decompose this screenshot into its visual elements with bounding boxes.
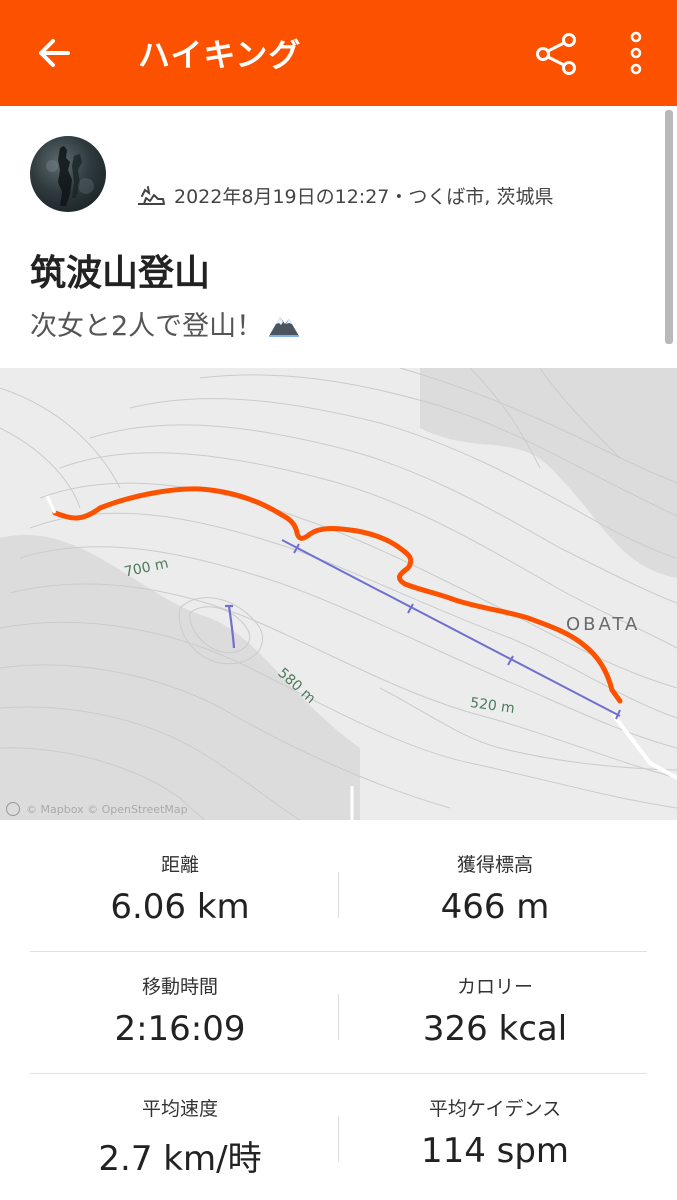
mapbox-logo-icon xyxy=(6,802,20,816)
scrollbar[interactable] xyxy=(665,110,673,344)
stat-label: 平均ケイデンス xyxy=(428,1098,562,1120)
arrow-back-icon[interactable] xyxy=(34,33,74,73)
stat-value: 6.06 km xyxy=(110,887,250,927)
activity-meta: 2022年8月19日の12:27・つくば市, 茨城県 xyxy=(136,182,553,209)
map-attribution[interactable]: © Mapbox © OpenStreetMap xyxy=(6,802,188,816)
stat-label: 移動時間 xyxy=(141,976,218,998)
page-title: ハイキング xyxy=(138,36,302,74)
divider xyxy=(338,872,339,918)
stat-calories: カロリー 326 kcal xyxy=(345,972,645,1049)
stat-label: 平均速度 xyxy=(141,1098,218,1120)
more-vert-icon[interactable] xyxy=(622,28,650,78)
stat-label: 距離 xyxy=(160,854,199,876)
divider xyxy=(338,994,339,1040)
activity-date-location: 2022年8月19日の12:27・つくば市, 茨城県 xyxy=(174,186,554,208)
snow-capped-mountain-icon xyxy=(267,309,301,339)
avatar[interactable] xyxy=(30,136,106,212)
stat-value: 2:16:09 xyxy=(114,1009,246,1049)
stat-avg-speed: 平均速度 2.7 km/時 xyxy=(30,1094,330,1180)
activity-title: 筑波山登山 xyxy=(30,253,211,294)
activity-description-text: 次女と2人で登山！ xyxy=(30,311,264,342)
stats-row: 平均速度 2.7 km/時 平均ケイデンス 114 spm xyxy=(30,1074,647,1195)
stat-distance: 距離 6.06 km xyxy=(30,850,330,927)
share-icon[interactable] xyxy=(532,30,580,78)
stat-elevation-gain: 獲得標高 466 m xyxy=(345,850,645,927)
divider xyxy=(338,1116,339,1162)
stat-avg-cadence: 平均ケイデンス 114 spm xyxy=(345,1094,645,1171)
stat-value: 326 kcal xyxy=(422,1009,568,1049)
stat-label: 獲得標高 xyxy=(456,854,533,876)
stat-label: カロリー xyxy=(456,976,533,998)
stat-value: 2.7 km/時 xyxy=(98,1139,262,1179)
stats-row: 移動時間 2:16:09 カロリー 326 kcal xyxy=(30,952,647,1074)
stats-row: 距離 6.06 km 獲得標高 466 m xyxy=(30,830,647,952)
route-map[interactable]: 700 m 580 m 520 m OBATA © Mapbox © OpenS… xyxy=(0,368,677,820)
hiking-icon xyxy=(136,184,166,208)
stats-grid: 距離 6.06 km 獲得標高 466 m 移動時間 2:16:09 カロリー … xyxy=(30,830,647,1195)
place-label-obata: OBATA xyxy=(566,614,641,635)
stat-moving-time: 移動時間 2:16:09 xyxy=(30,972,330,1049)
activity-description: 次女と2人で登山！ xyxy=(30,304,301,343)
app-bar: ハイキング xyxy=(0,0,677,106)
stat-value: 466 m xyxy=(440,887,550,927)
stat-value: 114 spm xyxy=(420,1131,570,1171)
